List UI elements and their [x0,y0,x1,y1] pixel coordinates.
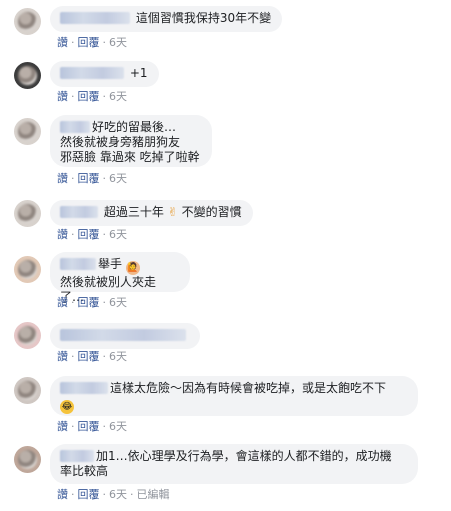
victory-hand-icon: ✌ [167,205,178,219]
avatar[interactable] [14,8,41,35]
reply-link[interactable]: 回覆 [78,172,100,185]
like-link[interactable]: 讚 [57,228,68,241]
commenter-name[interactable] [60,12,130,24]
reply-link[interactable]: 回覆 [78,488,100,501]
avatar[interactable] [14,322,41,349]
comment-actions: 讚 · 回覆 · 6天 [57,36,127,49]
comment-text-line: 加1…依心理學及行為學，會這樣的人都不錯的，成功機 [96,449,392,463]
comment-bubble: +1 [50,61,159,87]
timestamp[interactable]: 6天 [109,420,127,433]
comment-actions: 讚 · 回覆 · 6天 [57,90,127,103]
timestamp[interactable]: 6天 [109,488,127,501]
comment-actions: 讚 · 回覆 · 6天 [57,350,127,363]
comment-bubble: 超過三十年 ✌ 不變的習慣 [50,200,253,226]
comment-actions: 讚 · 回覆 · 6天 [57,228,127,241]
commenter-name[interactable] [60,382,108,394]
timestamp[interactable]: 6天 [109,350,127,363]
comment-text-line: 好吃的留最後… [92,120,177,134]
commenter-name[interactable] [60,206,98,218]
like-link[interactable]: 讚 [57,350,68,363]
commenter-name[interactable] [60,329,186,341]
reply-link[interactable]: 回覆 [78,350,100,363]
timestamp[interactable]: 6天 [109,228,127,241]
comment-text-line: 率比較高 [60,464,109,478]
comment-actions: 讚 · 回覆 · 6天 · 已編輯 [57,488,170,501]
comment-bubble: 好吃的留最後… 然後就被身旁豬朋狗友 邪惡臉 靠過來 吃掉了啦幹 [50,115,212,167]
comment-text-line: 舉手 [98,257,123,271]
comment-text: 不變的習慣 [181,205,242,219]
comment-bubble [50,323,200,349]
comment-bubble: 這樣太危險～因為有時候會被吃掉，或是太飽吃不下 😂 [50,376,418,416]
comment-bubble: 加1…依心理學及行為學，會這樣的人都不錯的，成功機 率比較高 [50,444,418,484]
reply-link[interactable]: 回覆 [78,228,100,241]
like-link[interactable]: 讚 [57,296,68,309]
timestamp[interactable]: 6天 [109,296,127,309]
comment-actions: 讚 · 回覆 · 6天 [57,420,127,433]
reply-link[interactable]: 回覆 [78,296,100,309]
like-link[interactable]: 讚 [57,488,68,501]
commenter-name[interactable] [60,121,90,133]
avatar[interactable] [14,256,41,283]
reply-link[interactable]: 回覆 [78,36,100,49]
timestamp[interactable]: 6天 [109,36,127,49]
edited-label: 已編輯 [136,488,170,501]
comment-bubble: 舉手 🙋 然後就被別人夾走了… [50,252,190,304]
reply-link[interactable]: 回覆 [78,90,100,103]
like-link[interactable]: 讚 [57,420,68,433]
raising-hand-icon: 🙋 [125,261,140,275]
like-link[interactable]: 讚 [57,36,68,49]
reply-link[interactable]: 回覆 [78,420,100,433]
like-link[interactable]: 讚 [57,90,68,103]
avatar[interactable] [14,200,41,227]
timestamp[interactable]: 6天 [109,172,127,185]
commenter-name[interactable] [60,258,96,270]
comment-text-line: 然後就被身旁豬朋狗友 [60,135,181,149]
like-link[interactable]: 讚 [57,172,68,185]
comment-text-line: 這樣太危險～因為有時候會被吃掉，或是太飽吃不下 [110,381,387,395]
tears-of-joy-icon: 😂 [60,400,74,414]
avatar[interactable] [14,446,41,473]
commenter-name[interactable] [60,67,124,79]
comment-text: 超過三十年 [103,205,164,219]
comment-text-line: 邪惡臉 靠過來 吃掉了啦幹 [60,150,200,164]
timestamp[interactable]: 6天 [109,90,127,103]
commenter-name[interactable] [60,450,94,462]
avatar[interactable] [14,62,41,89]
comment-actions: 讚 · 回覆 · 6天 [57,172,127,185]
avatar[interactable] [14,118,41,145]
comment-text: 這個習慣我保持30年不變 [135,11,272,25]
comment-text: +1 [129,66,148,80]
avatar[interactable] [14,377,41,404]
comment-bubble: 這個習慣我保持30年不變 [50,6,283,32]
comment-actions: 讚 · 回覆 · 6天 [57,296,127,309]
